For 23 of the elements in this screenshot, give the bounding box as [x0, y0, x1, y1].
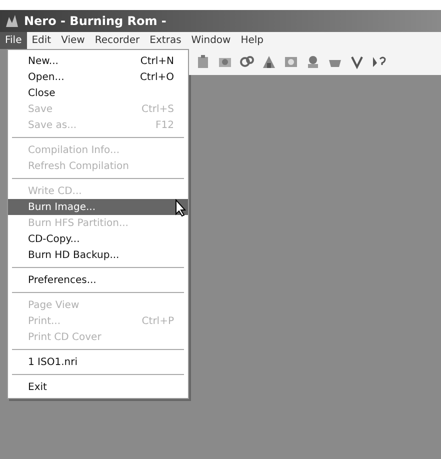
menu-item[interactable]: Burn Image... [8, 199, 188, 215]
help-icon[interactable] [371, 54, 387, 70]
person-icon[interactable] [305, 54, 321, 70]
window-title: Nero - Burning Rom - [24, 13, 166, 30]
menu-item[interactable]: Preferences... [8, 272, 188, 288]
menu-item[interactable]: CD-Copy... [8, 231, 188, 247]
menu-item[interactable]: Exit [8, 379, 188, 395]
menu-bar-item[interactable]: Extras [144, 32, 186, 49]
menu-bar-item[interactable]: Help [236, 32, 269, 49]
menu-item[interactable]: New... Ctrl+N [8, 53, 188, 69]
menu-item[interactable]: Close [8, 85, 188, 101]
menu-bar-item[interactable]: Window [186, 32, 236, 49]
check-icon[interactable] [349, 54, 365, 70]
menu-bar-item[interactable]: Recorder [90, 32, 145, 49]
menu-bar-item[interactable]: View [56, 32, 90, 49]
rings-icon[interactable] [239, 54, 255, 70]
clipboard-icon[interactable] [195, 54, 211, 70]
menu-item[interactable]: Open... Ctrl+O [8, 69, 188, 85]
menu-bar-item[interactable]: File [0, 32, 27, 49]
menu-item[interactable]: Burn HD Backup... [8, 247, 188, 263]
menu-item[interactable]: 1 ISO1.nri [8, 354, 188, 370]
menu-bar-item[interactable]: Edit [26, 32, 56, 49]
flame-logo-icon [4, 13, 20, 29]
